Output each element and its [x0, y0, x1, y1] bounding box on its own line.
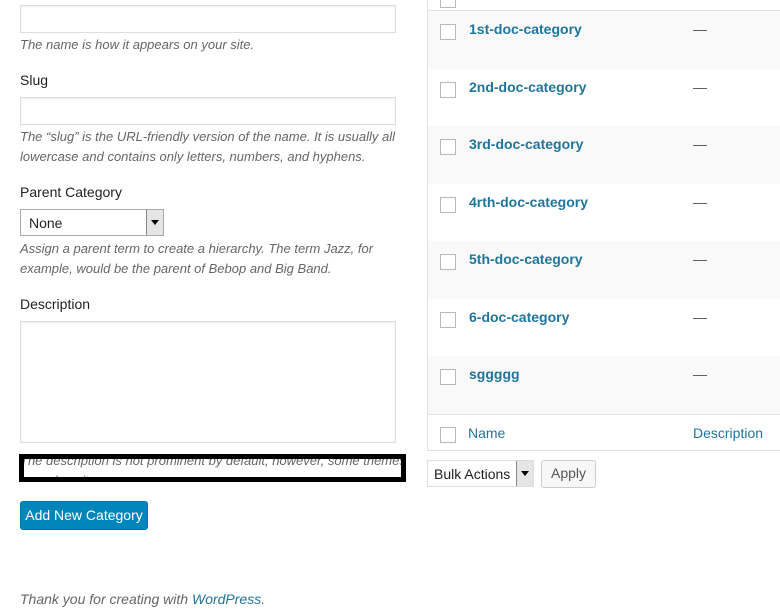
description-textarea[interactable] [20, 321, 396, 443]
chevron-down-icon [146, 210, 163, 235]
highlight-box [19, 454, 406, 482]
parent-select[interactable]: None [20, 209, 164, 236]
table-row: 5th-doc-category — [428, 241, 780, 299]
checkbox[interactable] [440, 0, 456, 8]
apply-button[interactable]: Apply [541, 460, 596, 488]
name-input[interactable] [20, 5, 396, 33]
category-description: — [693, 193, 707, 210]
parent-help: Assign a parent term to create a hierarc… [20, 241, 374, 276]
category-name-link[interactable]: sggggg [469, 366, 520, 382]
column-name[interactable]: Name [468, 425, 505, 441]
slug-help: The “slug” is the URL-friendly version o… [20, 129, 395, 164]
chevron-down-icon [516, 461, 533, 486]
row-checkbox[interactable] [440, 139, 456, 155]
category-description: — [693, 308, 707, 325]
table-row: 1st-doc-category — [428, 11, 780, 69]
row-checkbox[interactable] [440, 24, 456, 40]
parent-value: None [29, 215, 63, 231]
table-row: 3rd-doc-category — [428, 126, 780, 184]
category-name-link[interactable]: 4rth-doc-category [469, 194, 588, 210]
row-checkbox[interactable] [440, 254, 456, 270]
parent-label: Parent Category [20, 184, 122, 200]
category-name-link[interactable]: 5th-doc-category [469, 251, 583, 267]
category-description: — [693, 136, 707, 152]
category-description: — [693, 21, 707, 37]
category-name-link[interactable]: 6-doc-category [469, 309, 569, 325]
table-row: 6-doc-category — [428, 299, 780, 357]
table-row: 2nd-doc-category — [428, 69, 780, 127]
category-description: — [693, 251, 707, 267]
category-name-link[interactable]: 2nd-doc-category [469, 79, 586, 95]
row-checkbox[interactable] [440, 369, 456, 385]
bulk-actions-value: Bulk Actions [434, 466, 511, 482]
slug-input[interactable] [20, 97, 396, 125]
row-checkbox[interactable] [440, 81, 456, 98]
table-row: 4rth-doc-category — [428, 184, 780, 242]
table-row: sggggg — [428, 356, 780, 414]
select-all-checkbox[interactable] [440, 427, 456, 443]
bulk-actions-select[interactable]: Bulk Actions [427, 460, 534, 487]
category-name-link[interactable]: 1st-doc-category [469, 21, 582, 37]
name-help: The name is how it appears on your site. [20, 37, 255, 52]
category-description: — [693, 366, 707, 382]
wordpress-link[interactable]: WordPress [192, 591, 261, 607]
row-checkbox[interactable] [440, 196, 456, 213]
slug-label: Slug [20, 72, 49, 88]
categories-table: 1st-doc-category — 2nd-doc-category — 3r… [427, 0, 780, 451]
category-description: — [693, 78, 707, 95]
description-label: Description [20, 296, 91, 312]
add-new-category-button[interactable]: Add New Category [20, 501, 148, 530]
column-description[interactable]: Description [693, 425, 763, 441]
footer-text: Thank you for creating with WordPress. [20, 591, 266, 607]
row-checkbox[interactable] [440, 311, 456, 328]
category-name-link[interactable]: 3rd-doc-category [469, 136, 583, 152]
